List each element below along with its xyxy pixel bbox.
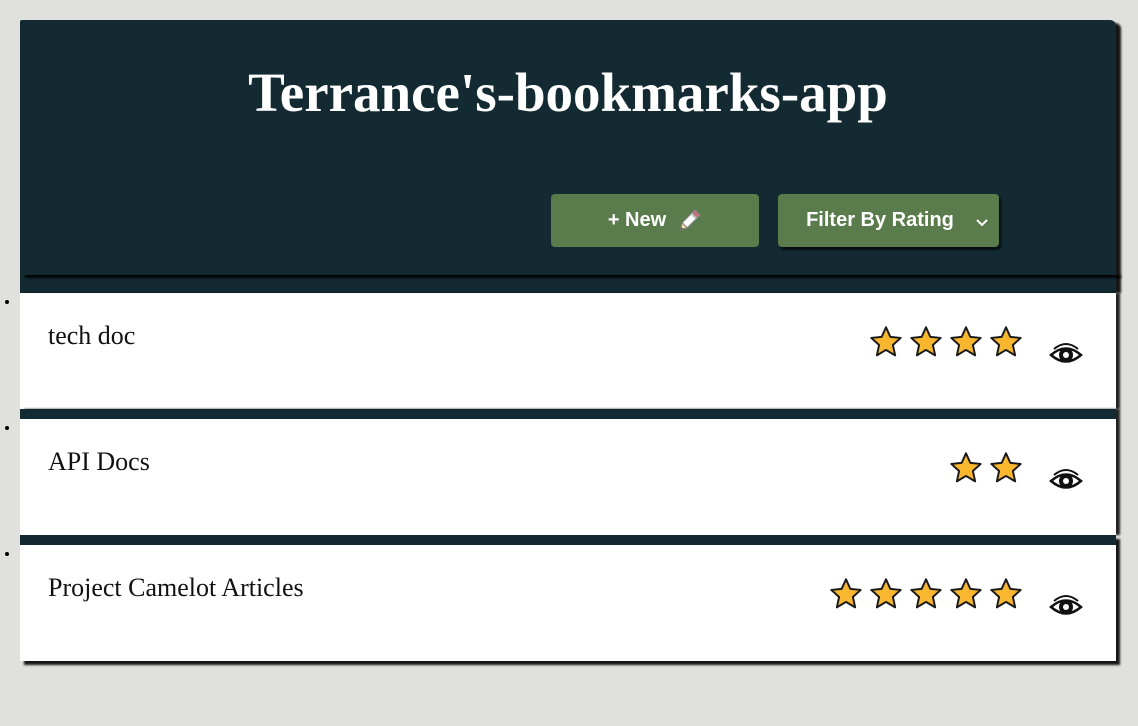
bookmarks-app: Terrance's-bookmarks-app + New Filter By…	[20, 20, 1116, 661]
star-icon	[948, 576, 984, 612]
bookmark-list: tech doc API Docs Project Camelot Articl…	[20, 293, 1116, 661]
star-icon	[868, 324, 904, 360]
star-icon	[988, 324, 1024, 360]
eye-icon[interactable]	[1046, 335, 1086, 375]
bookmark-title: Project Camelot Articles	[48, 573, 304, 602]
star-icon	[908, 324, 944, 360]
star-icon	[908, 576, 944, 612]
filter-by-rating-select[interactable]: Filter By Rating	[778, 194, 999, 247]
chevron-down-icon	[974, 213, 990, 229]
star-icon	[948, 324, 984, 360]
header-divider	[20, 275, 1116, 293]
bookmark-title: API Docs	[48, 447, 150, 476]
star-icon	[948, 450, 984, 486]
rating-stars	[828, 576, 1024, 612]
eye-icon[interactable]	[1046, 461, 1086, 501]
filter-label: Filter By Rating	[806, 209, 954, 231]
star-icon	[868, 576, 904, 612]
app-title: Terrance's-bookmarks-app	[248, 62, 888, 123]
star-icon	[988, 576, 1024, 612]
rating-stars	[948, 450, 1024, 486]
star-icon	[988, 450, 1024, 486]
rating-stars	[868, 324, 1024, 360]
new-bookmark-button[interactable]: + New	[551, 194, 759, 247]
star-icon	[828, 576, 864, 612]
bookmark-item[interactable]: Project Camelot Articles	[20, 535, 1116, 661]
app-header: Terrance's-bookmarks-app + New Filter By…	[20, 20, 1116, 275]
bookmark-item[interactable]: tech doc	[20, 293, 1116, 409]
new-button-label: + New	[607, 209, 667, 231]
bookmark-title: tech doc	[48, 321, 136, 350]
bookmark-item[interactable]: API Docs	[20, 409, 1116, 535]
eye-icon[interactable]	[1046, 587, 1086, 627]
pencil-icon	[676, 208, 702, 234]
